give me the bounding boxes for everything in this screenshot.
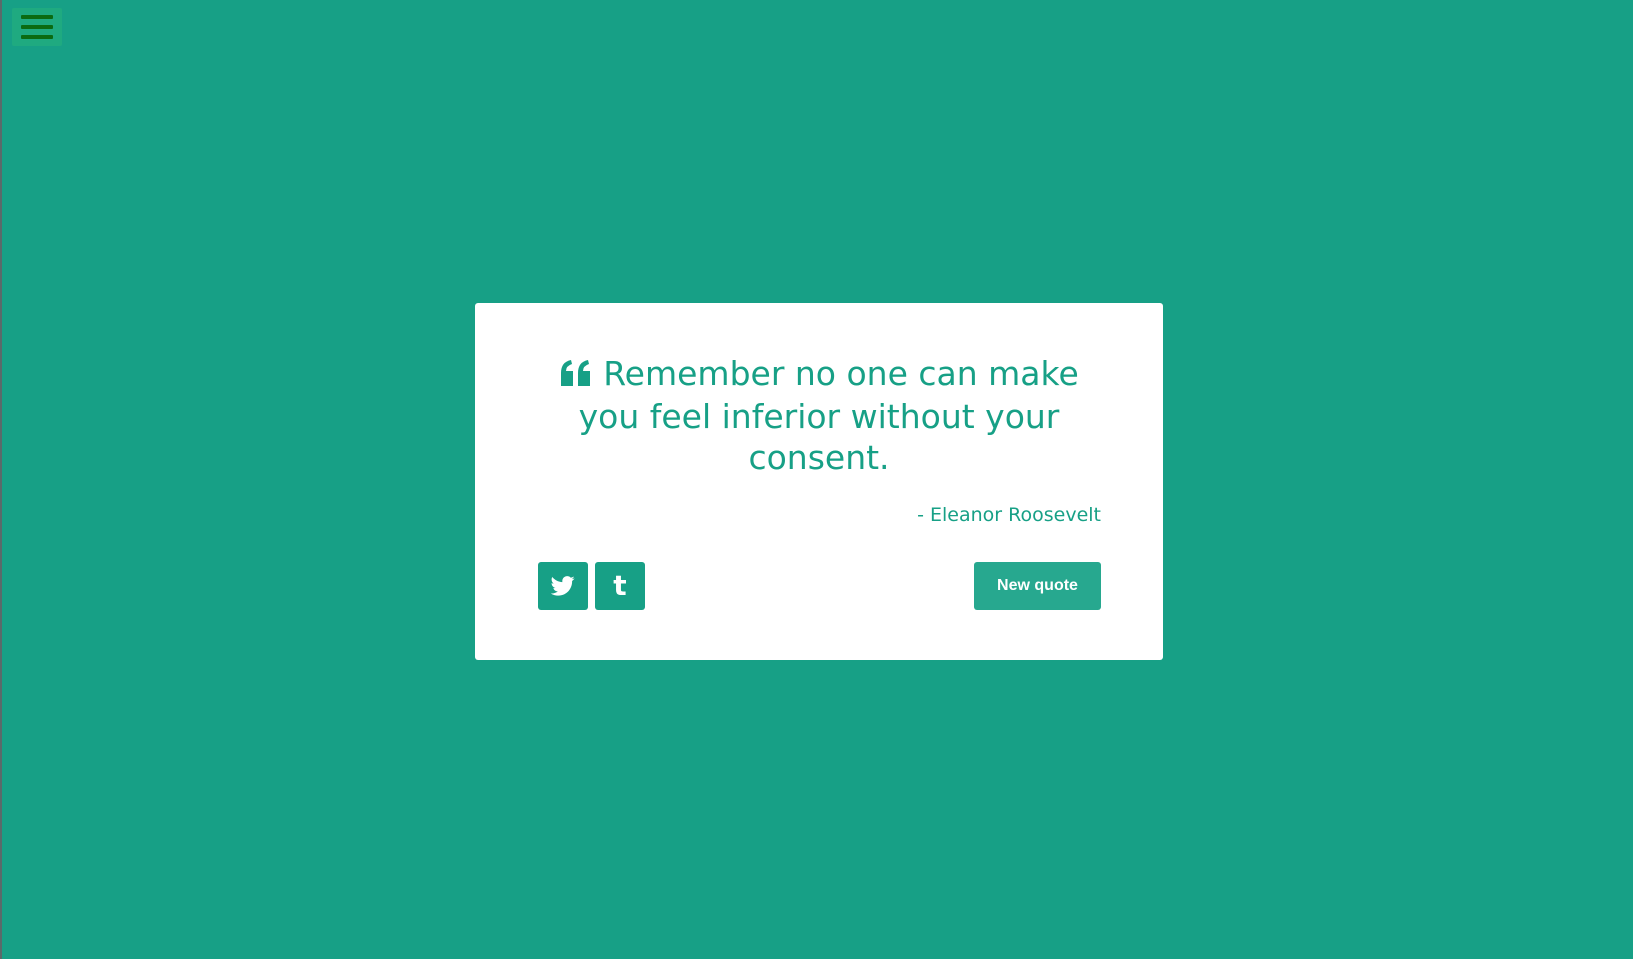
quote-text: Remember no one can make you feel inferi…	[578, 354, 1079, 477]
tumblr-icon: t	[613, 569, 627, 602]
twitter-icon	[551, 576, 575, 596]
new-quote-button[interactable]: New quote	[974, 562, 1101, 610]
quote-text-block: Remember no one can make you feel inferi…	[535, 353, 1103, 478]
tweet-button[interactable]	[538, 562, 588, 610]
quote-author: - Eleanor Roosevelt	[917, 504, 1101, 526]
quote-card: Remember no one can make you feel inferi…	[475, 303, 1163, 660]
hamburger-menu-icon	[21, 15, 53, 39]
tumblr-post-button[interactable]: t	[595, 562, 645, 610]
hamburger-menu-button[interactable]	[12, 8, 62, 46]
quote-left-icon	[559, 355, 593, 396]
